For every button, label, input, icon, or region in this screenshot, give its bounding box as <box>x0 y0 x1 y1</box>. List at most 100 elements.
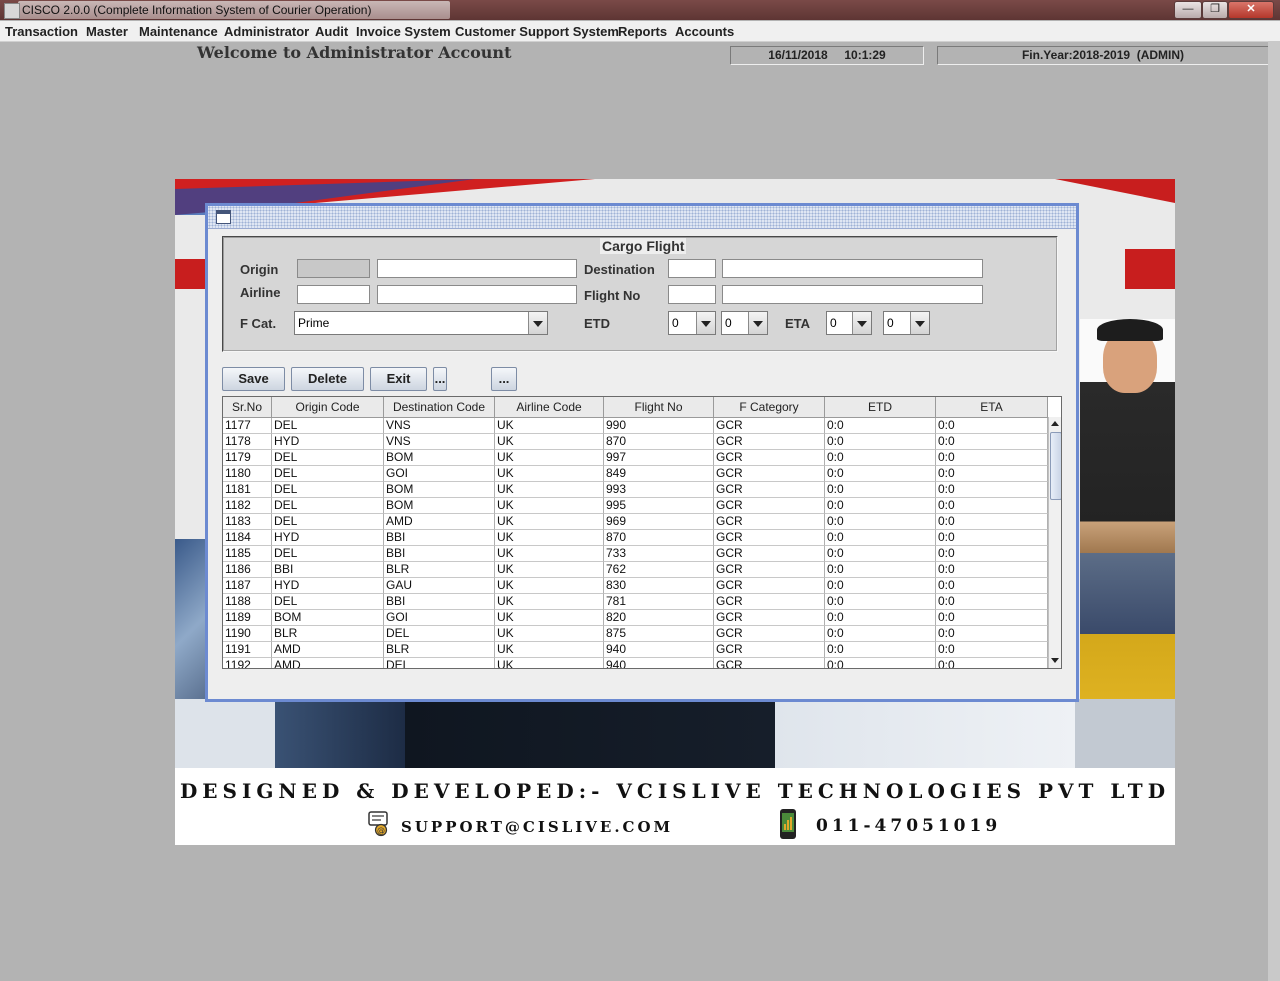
minimize-icon[interactable]: — <box>1174 1 1202 19</box>
table-row[interactable]: 1192 AMD DEL UK 940 GCR 0:0 0:0 <box>223 658 1048 668</box>
column-header-eta[interactable]: ETA <box>936 397 1048 417</box>
etd-hour-select[interactable]: 0 <box>668 311 716 335</box>
close-icon[interactable]: ✕ <box>1228 1 1274 19</box>
column-header-flight-no[interactable]: Flight No <box>604 397 714 417</box>
cell-destination-code: AMD <box>384 514 495 530</box>
column-header-destination-code[interactable]: Destination Code <box>384 397 495 417</box>
etd-min-select[interactable]: 0 <box>721 311 768 335</box>
flight-no-field[interactable] <box>668 285 716 304</box>
table-row[interactable]: 1184 HYD BBI UK 870 GCR 0:0 0:0 <box>223 530 1048 546</box>
menu-accounts[interactable]: Accounts <box>675 24 734 39</box>
eta-min-select[interactable]: 0 <box>883 311 930 335</box>
destination-code-field[interactable] <box>668 259 716 278</box>
more-button-2[interactable]: ... <box>491 367 517 391</box>
cell-flight-no: 820 <box>604 610 714 626</box>
table-row[interactable]: 1183 DEL AMD UK 969 GCR 0:0 0:0 <box>223 514 1048 530</box>
cell-origin-code: HYD <box>272 578 384 594</box>
table-row[interactable]: 1180 DEL GOI UK 849 GCR 0:0 0:0 <box>223 466 1048 482</box>
menu-maintenance[interactable]: Maintenance <box>139 24 218 39</box>
cell-eta: 0:0 <box>936 466 1048 482</box>
column-header-origin-code[interactable]: Origin Code <box>272 397 384 417</box>
cell-f-category: GCR <box>714 578 825 594</box>
scroll-thumb[interactable] <box>1050 432 1061 500</box>
chevron-down-icon[interactable] <box>852 312 871 334</box>
chevron-down-icon[interactable] <box>528 312 547 334</box>
table-row[interactable]: 1187 HYD GAU UK 830 GCR 0:0 0:0 <box>223 578 1048 594</box>
menu-audit[interactable]: Audit <box>315 24 348 39</box>
table-body: 1177 DEL VNS UK 990 GCR 0:0 0:0 1178 HYD VNS UK 870 G… <box>223 418 1048 668</box>
origin-code-field[interactable] <box>297 259 370 278</box>
cell-etd: 0:0 <box>825 562 936 578</box>
exit-button[interactable]: Exit <box>370 367 427 391</box>
table-row[interactable]: 1190 BLR DEL UK 875 GCR 0:0 0:0 <box>223 626 1048 642</box>
cell-eta: 0:0 <box>936 450 1048 466</box>
menu-transaction[interactable]: Transaction <box>5 24 78 39</box>
desktop-scrollbar[interactable] <box>1268 41 1280 981</box>
cell-flight-no: 995 <box>604 498 714 514</box>
table-row[interactable]: 1178 HYD VNS UK 870 GCR 0:0 0:0 <box>223 434 1048 450</box>
cell-flight-no: 830 <box>604 578 714 594</box>
restore-icon[interactable]: ❐ <box>1202 1 1228 19</box>
cell-origin-code: DEL <box>272 546 384 562</box>
table-row[interactable]: 1179 DEL BOM UK 997 GCR 0:0 0:0 <box>223 450 1048 466</box>
cell-origin-code: HYD <box>272 530 384 546</box>
destination-name-field[interactable] <box>722 259 983 278</box>
chevron-down-icon[interactable] <box>748 312 767 334</box>
more-button-1[interactable]: ... <box>433 367 447 391</box>
cell-eta: 0:0 <box>936 658 1048 668</box>
table-row[interactable]: 1188 DEL BBI UK 781 GCR 0:0 0:0 <box>223 594 1048 610</box>
email-icon: @ <box>368 811 388 837</box>
scroll-down-icon[interactable] <box>1049 654 1061 668</box>
chevron-down-icon[interactable] <box>696 312 715 334</box>
scroll-up-icon[interactable] <box>1049 417 1061 431</box>
cell-destination-code: VNS <box>384 434 495 450</box>
menu-administrator[interactable]: Administrator <box>224 24 309 39</box>
cell-etd: 0:0 <box>825 594 936 610</box>
flight-no-label: Flight No <box>584 288 641 303</box>
airline-name-field[interactable] <box>377 285 577 304</box>
menu-customer-support-system[interactable]: Customer Support System <box>455 24 619 39</box>
chevron-down-icon[interactable] <box>910 312 929 334</box>
cell-flight-no: 940 <box>604 642 714 658</box>
eta-hour-select[interactable]: 0 <box>826 311 872 335</box>
cell-f-category: GCR <box>714 626 825 642</box>
table-row[interactable]: 1186 BBI BLR UK 762 GCR 0:0 0:0 <box>223 562 1048 578</box>
fcat-label: F Cat. <box>240 316 277 331</box>
save-button[interactable]: Save <box>222 367 285 391</box>
table-scrollbar[interactable] <box>1048 417 1061 668</box>
cell-origin-code: DEL <box>272 498 384 514</box>
column-header-airline-code[interactable]: Airline Code <box>495 397 604 417</box>
menu-invoice-system[interactable]: Invoice System <box>356 24 451 39</box>
cell-flight-no: 993 <box>604 482 714 498</box>
column-header-sr-no[interactable]: Sr.No <box>223 397 272 417</box>
table-row[interactable]: 1189 BOM GOI UK 820 GCR 0:0 0:0 <box>223 610 1048 626</box>
flight-desc-field[interactable] <box>722 285 983 304</box>
internal-frame-titlebar[interactable] <box>208 206 1076 229</box>
menu-reports[interactable]: Reports <box>618 24 667 39</box>
cell-destination-code: BBI <box>384 530 495 546</box>
cell-sr-no: 1179 <box>223 450 272 466</box>
cell-f-category: GCR <box>714 658 825 668</box>
delete-button[interactable]: Delete <box>291 367 364 391</box>
support-phone: 011-47051019 <box>816 816 1002 836</box>
cargo-flight-table: Sr.No Origin Code Destination Code Airline … <box>222 396 1062 669</box>
table-row[interactable]: 1185 DEL BBI UK 733 GCR 0:0 0:0 <box>223 546 1048 562</box>
table-row[interactable]: 1191 AMD BLR UK 940 GCR 0:0 0:0 <box>223 642 1048 658</box>
cell-origin-code: BBI <box>272 562 384 578</box>
fcat-select[interactable]: Prime <box>294 311 548 335</box>
airline-code-field[interactable] <box>297 285 370 304</box>
cell-sr-no: 1180 <box>223 466 272 482</box>
table-row[interactable]: 1181 DEL BOM UK 993 GCR 0:0 0:0 <box>223 482 1048 498</box>
origin-name-field[interactable] <box>377 259 577 278</box>
column-header-etd[interactable]: ETD <box>825 397 936 417</box>
cell-origin-code: DEL <box>272 594 384 610</box>
cell-sr-no: 1178 <box>223 434 272 450</box>
cell-flight-no: 969 <box>604 514 714 530</box>
menu-master[interactable]: Master <box>86 24 128 39</box>
window-title: CISCO 2.0.0 (Complete Information System… <box>22 3 372 17</box>
column-header-f-category[interactable]: F Category <box>714 397 825 417</box>
table-row[interactable]: 1182 DEL BOM UK 995 GCR 0:0 0:0 <box>223 498 1048 514</box>
cell-eta: 0:0 <box>936 546 1048 562</box>
table-row[interactable]: 1177 DEL VNS UK 990 GCR 0:0 0:0 <box>223 418 1048 434</box>
cell-eta: 0:0 <box>936 626 1048 642</box>
